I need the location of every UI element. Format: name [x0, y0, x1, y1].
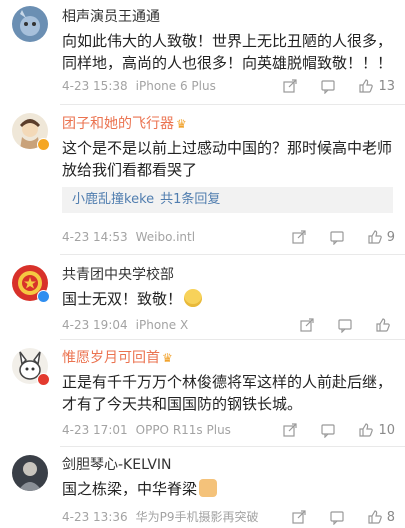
- comment-icon: [330, 511, 344, 525]
- comment-meta: 4-23 15:38 iPhone 6 Plus: [62, 78, 216, 94]
- comment-text: 国之栋梁，中华脊梁: [62, 478, 393, 500]
- comment-item: 团子和她的飞行器 ♛ 这个是不是以前上过感动中国的？那时候高中老师放给我们看都看哭…: [0, 105, 405, 254]
- flag-badge: [37, 373, 50, 386]
- like-icon: [368, 510, 382, 524]
- comment-text-content: 国士无双！致敬！: [62, 290, 183, 308]
- comment-date: 4-23 15:38: [62, 79, 128, 93]
- avatar[interactable]: [12, 455, 48, 491]
- comment-meta: 4-23 14:53 Weibo.intl: [62, 229, 195, 245]
- like-count: 8: [386, 509, 395, 525]
- comment-device: 华为P9手机摄影再突破: [135, 510, 259, 524]
- share-button[interactable]: [282, 78, 298, 94]
- comment-device: iPhone 6 Plus: [135, 79, 216, 93]
- comment-meta: 4-23 17:01 OPPO R11s Plus: [62, 422, 231, 438]
- like-button[interactable]: 13: [358, 78, 395, 94]
- comment-button[interactable]: [320, 422, 336, 438]
- like-icon: [368, 230, 382, 244]
- like-button[interactable]: 10: [358, 422, 395, 438]
- comment-button[interactable]: [337, 317, 353, 333]
- comment-text: 国士无双！致敬！: [62, 288, 393, 310]
- comment-meta: 4-23 19:04 iPhone X: [62, 317, 188, 333]
- verified-badge: [37, 138, 50, 151]
- comment-actions: [277, 316, 395, 334]
- comment-button[interactable]: [329, 509, 345, 525]
- user-name[interactable]: 共青团中央学校部: [62, 266, 174, 284]
- comment-item: 相声演员王通通 向如此伟大的人致敬！世界上无比丑陋的人很多，同样地，高尚的人也很…: [0, 0, 405, 104]
- comment-date: 4-23 13:36: [62, 510, 128, 524]
- comment-device: Weibo.intl: [135, 230, 196, 244]
- share-button[interactable]: [299, 317, 315, 333]
- like-button[interactable]: 9: [367, 229, 395, 245]
- comment-text: 这个是不是以前上过感动中国的？那时候高中老师放给我们看都看哭了: [62, 139, 393, 179]
- share-button[interactable]: [291, 509, 307, 525]
- thumbs-up-emoji-icon: [199, 479, 218, 497]
- user-name-text: 惟愿岁月可回首: [62, 350, 160, 366]
- user-name-text: 团子和她的飞行器: [62, 116, 174, 132]
- comment-date: 4-23 17:01: [62, 423, 128, 437]
- share-icon: [283, 423, 298, 437]
- comment-icon: [321, 80, 336, 94]
- verified-badge: [37, 290, 50, 303]
- comment-actions: 8: [269, 508, 395, 526]
- comment-actions: 10: [260, 421, 395, 439]
- comment-device: OPPO R11s Plus: [135, 423, 231, 437]
- like-icon: [359, 79, 374, 93]
- comment-actions: 9: [269, 228, 395, 246]
- comment-item: 共青团中央学校部 国士无双！致敬！ 4-23 19:04 iPhone X: [0, 255, 405, 339]
- comment-actions: 13: [260, 77, 395, 95]
- like-icon: [376, 318, 390, 332]
- comment-text: 正是有千千万万个林俊德将军这样的人前赴后继，才有了今天共和国国防的钢铁长城。: [62, 373, 393, 413]
- user-name[interactable]: 团子和她的飞行器 ♛: [62, 115, 187, 133]
- share-icon: [300, 318, 314, 332]
- like-count: 10: [378, 422, 395, 438]
- reply-user[interactable]: 小鹿乱撞keke: [72, 192, 154, 207]
- comment-button[interactable]: [329, 229, 345, 245]
- user-name[interactable]: 惟愿岁月可回首 ♛: [62, 349, 173, 367]
- avatar[interactable]: [12, 6, 48, 42]
- moved-emoji-icon: [184, 289, 203, 307]
- share-icon: [292, 510, 306, 524]
- share-icon: [283, 79, 298, 93]
- comment-text-content: 国之栋梁，中华脊梁: [62, 480, 198, 498]
- user-name[interactable]: 相声演员王通通: [62, 8, 160, 26]
- like-button[interactable]: 8: [367, 509, 395, 525]
- reply-preview[interactable]: 小鹿乱撞keke 共1条回复: [62, 187, 393, 213]
- comment-feed: 相声演员王通通 向如此伟大的人致敬！世界上无比丑陋的人很多，同样地，高尚的人也很…: [0, 0, 405, 528]
- like-count: 13: [378, 78, 395, 94]
- comment-icon: [330, 231, 344, 245]
- comment-icon: [338, 319, 352, 333]
- comment-date: 4-23 14:53: [62, 230, 128, 244]
- vip-crown-icon: ♛: [162, 351, 173, 365]
- comment-button[interactable]: [320, 78, 336, 94]
- share-button[interactable]: [291, 229, 307, 245]
- reply-more-link[interactable]: 共1条回复: [160, 192, 220, 207]
- share-icon: [292, 230, 306, 244]
- user-name[interactable]: 剑胆琴心-KELVIN: [62, 456, 172, 474]
- comment-date: 4-23 19:04: [62, 318, 128, 332]
- comment-item: 惟愿岁月可回首 ♛ 正是有千千万万个林俊德将军这样的人前赴后继，才有了今天共和国国…: [0, 340, 405, 446]
- comment-device: iPhone X: [135, 318, 189, 332]
- like-count: 9: [386, 229, 395, 245]
- like-button[interactable]: [375, 317, 395, 333]
- share-button[interactable]: [282, 422, 298, 438]
- comment-item: 剑胆琴心-KELVIN 国之栋梁，中华脊梁 4-23 13:36 华为P9手机摄影…: [0, 447, 405, 528]
- comment-icon: [321, 424, 336, 438]
- like-icon: [359, 423, 374, 437]
- comment-meta: 4-23 13:36 华为P9手机摄影再突破: [62, 509, 259, 525]
- comment-text: 向如此伟大的人致敬！世界上无比丑陋的人很多，同样地，高尚的人也很多！向英雄脱帽致…: [62, 32, 393, 72]
- vip-crown-icon: ♛: [176, 117, 187, 131]
